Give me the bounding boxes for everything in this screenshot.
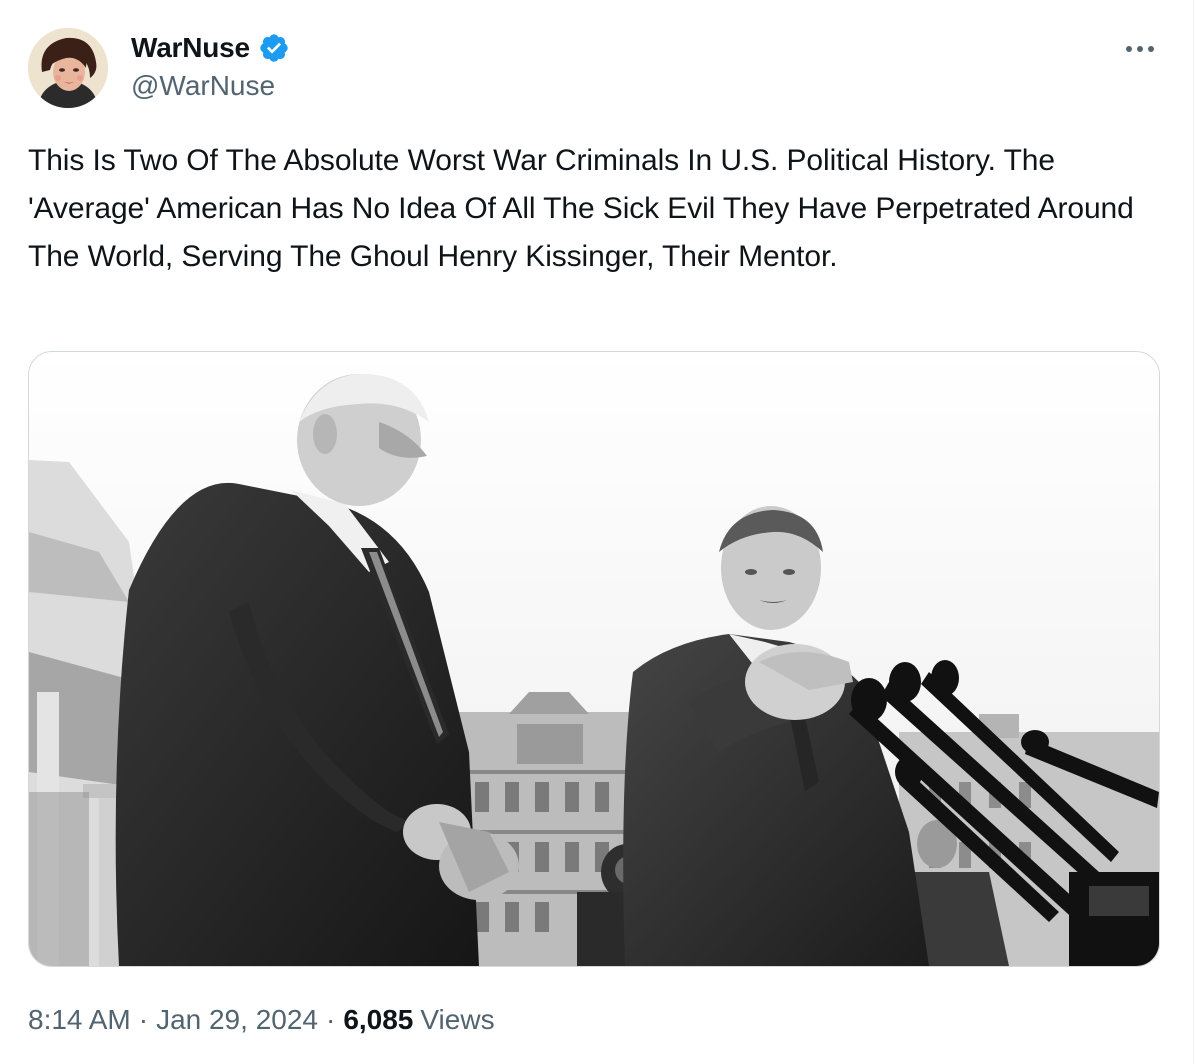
tweet-date[interactable]: Jan 29, 2024 (156, 1004, 318, 1036)
views-count: 6,085 (343, 1004, 414, 1035)
tweet-text: This Is Two Of The Absolute Worst War Cr… (28, 144, 1134, 273)
avatar[interactable] (28, 28, 108, 108)
author-name-row: WarNuse (131, 30, 290, 66)
verified-badge-icon[interactable] (258, 32, 290, 64)
tweet-meta: 8:14 AM · Jan 29, 2024 · 6,085 Views (28, 1000, 495, 1040)
views-label: Views (420, 1004, 495, 1035)
meta-separator: · (138, 1004, 149, 1035)
more-horizontal-icon (1126, 46, 1154, 52)
tweet-photo[interactable] (28, 351, 1160, 967)
meta-separator: · (325, 1004, 336, 1035)
author-name[interactable]: WarNuse (131, 32, 250, 64)
tweet-time[interactable]: 8:14 AM (28, 1004, 131, 1036)
author-handle[interactable]: @WarNuse (131, 70, 275, 102)
timeline-divider (1193, 0, 1194, 1064)
more-options-button[interactable] (1120, 34, 1160, 64)
